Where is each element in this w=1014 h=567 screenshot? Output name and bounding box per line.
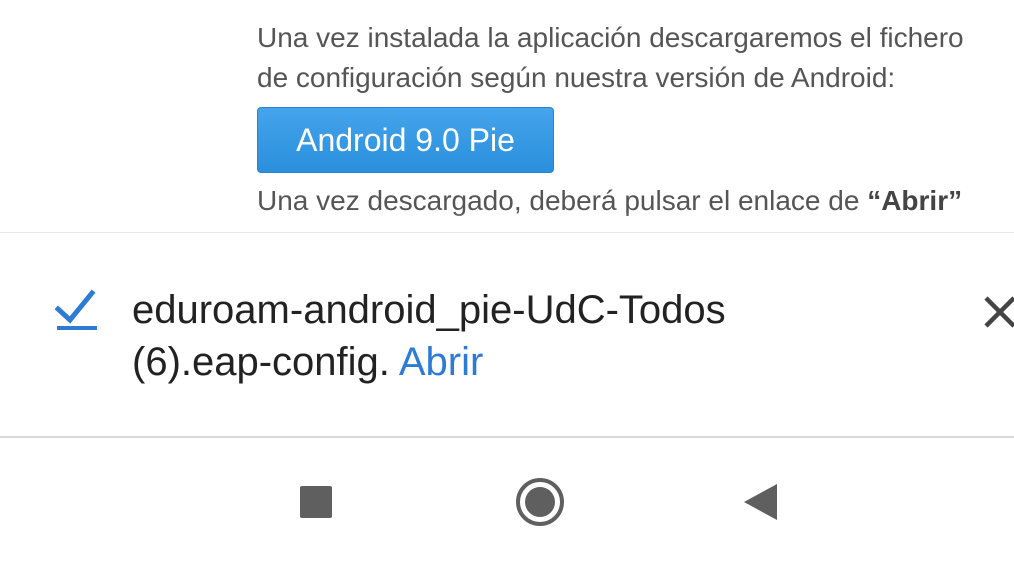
download-filename-line-2: (6).eap-config. Abrir <box>132 336 892 388</box>
square-recents-icon[interactable] <box>300 486 332 518</box>
instructions-line-1: Una vez instalada la aplicación descarga… <box>257 22 964 53</box>
screen: Una vez instalada la aplicación descarga… <box>0 0 1014 567</box>
triangle-back-icon[interactable] <box>742 483 778 521</box>
instructions-paragraph: Una vez instalada la aplicación descarga… <box>257 18 1014 98</box>
close-icon[interactable] <box>980 292 1014 332</box>
instructions-line-2: de configuración según nuestra versión d… <box>257 62 896 93</box>
download-filename-line-1: eduroam-android_pie-UdC-Todos <box>132 288 726 332</box>
content-fade <box>0 212 1014 232</box>
navigation-bar <box>0 440 1014 567</box>
open-file-link[interactable]: Abrir <box>399 340 483 384</box>
download-filename-suffix: (6).eap-config. <box>132 340 390 384</box>
circle-home-icon[interactable] <box>515 477 565 527</box>
check-icon <box>55 289 97 330</box>
download-message: eduroam-android_pie-UdC-Todos (6).eap-co… <box>132 284 892 388</box>
web-page-content: Una vez instalada la aplicación descarga… <box>0 0 1014 232</box>
android-9-pie-button[interactable]: Android 9.0 Pie <box>257 107 554 173</box>
